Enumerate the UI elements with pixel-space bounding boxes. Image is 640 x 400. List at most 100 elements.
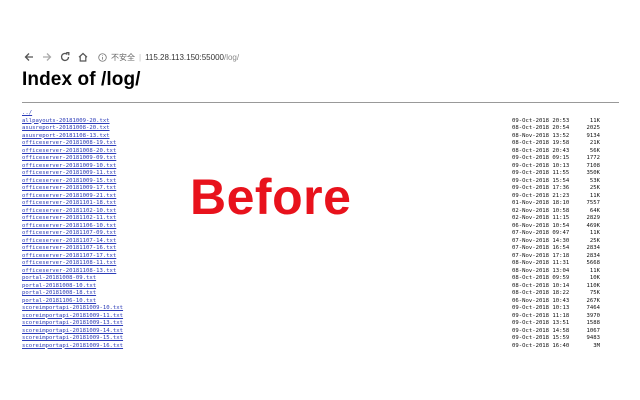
file-row: officeserver-20181009-09.txt 09-Oct-2018 …	[22, 155, 600, 163]
file-size: 1588	[586, 320, 600, 326]
file-row: scoreimportapi-20181009-11.txt 09-Oct-201…	[22, 313, 600, 321]
address-bar[interactable]: 不安全 | 115.28.113.150:55000/log/	[98, 49, 239, 65]
file-row: portal-20181008-10.txt 08-Oct-2018 10:14 1…	[22, 283, 600, 291]
file-link[interactable]: portal-20181106-10.txt	[22, 298, 96, 304]
file-size: 7464	[586, 305, 600, 311]
file-date: 09-Oct-2018 11:18	[512, 312, 570, 319]
security-status: 不安全	[111, 52, 135, 62]
file-link[interactable]: scoreimportapi-20181009-16.txt	[22, 343, 123, 349]
back-arrow-icon[interactable]	[22, 50, 36, 64]
reload-icon[interactable]	[58, 50, 72, 64]
file-size: 2834	[586, 252, 600, 259]
file-link[interactable]: officeserver-20181107-16.txt	[22, 245, 116, 251]
file-link[interactable]: portal-20181008-18.txt	[22, 290, 96, 296]
file-size: 7108	[586, 162, 600, 169]
file-date: 09-Oct-2018 10:13	[512, 305, 570, 311]
file-size: 3970	[586, 312, 600, 319]
file-link[interactable]: officeserver-20181009-17.txt	[22, 185, 116, 191]
file-size: 75K	[589, 290, 600, 296]
url-path: /log/	[223, 52, 240, 62]
file-size: 1772	[586, 155, 600, 161]
file-link[interactable]: officeserver-20181107-17.txt	[22, 253, 116, 259]
info-icon[interactable]	[98, 52, 107, 62]
file-link[interactable]: allpayouts-20181009-20.txt	[22, 118, 110, 124]
parent-dir-row: ../	[22, 110, 600, 118]
file-date: 06-Nov-2018 10:43	[512, 297, 570, 304]
file-size: 10K	[589, 275, 600, 281]
file-size: 2025	[586, 125, 600, 131]
file-link[interactable]: asusreport-20181008-20.txt	[22, 125, 110, 131]
file-link[interactable]: officeserver-20181009-15.txt	[22, 178, 116, 184]
file-date: 09-Oct-2018 20:53	[512, 117, 570, 124]
file-size: 56K	[589, 147, 600, 154]
file-link[interactable]: officeserver-20181009-09.txt	[22, 155, 116, 161]
browser-toolbar: 不安全 | 115.28.113.150:55000/log/	[0, 44, 640, 70]
file-listing: ../ allpayouts-20181009-20.txt 09-Oct-201…	[22, 110, 600, 350]
file-size: 350K	[586, 170, 600, 176]
file-date: 09-Oct-2018 11:55	[512, 170, 570, 176]
file-link[interactable]: officeserver-20181102-10.txt	[22, 208, 116, 214]
file-link[interactable]: officeserver-20181008-19.txt	[22, 140, 116, 146]
page-title: Index of /log/	[22, 69, 141, 90]
file-link[interactable]: portal-20181008-09.txt	[22, 275, 96, 281]
file-size: 53K	[589, 177, 600, 184]
home-icon[interactable]	[76, 50, 90, 64]
file-row: officeserver-20181108-13.txt 08-Nov-2018 …	[22, 268, 600, 276]
file-row: officeserver-20181107-16.txt 07-Nov-2018 …	[22, 245, 600, 253]
file-size: 21K	[589, 140, 600, 146]
file-size: 9483	[586, 335, 600, 341]
file-row: officeserver-20181108-11.txt 08-Nov-2018 …	[22, 260, 600, 268]
file-date: 06-Nov-2018 10:54	[512, 222, 570, 229]
file-link[interactable]: officeserver-20181107-09.txt	[22, 230, 116, 236]
file-size: 5668	[586, 260, 600, 266]
file-size: 267K	[586, 297, 600, 304]
file-size: 11K	[589, 267, 600, 274]
file-date: 09-Oct-2018 15:54	[512, 177, 570, 184]
file-link[interactable]: officeserver-20181108-13.txt	[22, 268, 116, 274]
file-link[interactable]: officeserver-20181009-10.txt	[22, 163, 116, 169]
file-row: asusreport-20181108-13.txt 08-Nov-2018 13…	[22, 133, 600, 141]
file-date: 09-Oct-2018 17:36	[512, 185, 570, 191]
file-link[interactable]: asusreport-20181108-13.txt	[22, 133, 110, 139]
file-size: 3M	[593, 342, 600, 349]
file-row: officeserver-20181008-19.txt 08-Oct-2018 …	[22, 140, 600, 148]
file-link[interactable]: officeserver-20181008-20.txt	[22, 148, 116, 154]
file-link[interactable]: scoreimportapi-20181009-15.txt	[22, 335, 123, 341]
file-link[interactable]: officeserver-20181106-10.txt	[22, 223, 116, 229]
forward-arrow-icon[interactable]	[40, 50, 54, 64]
file-date: 08-Oct-2018 20:43	[512, 147, 570, 154]
file-link[interactable]: scoreimportapi-20181009-10.txt	[22, 305, 123, 311]
file-size: 110K	[586, 282, 600, 289]
file-link[interactable]: officeserver-20181108-11.txt	[22, 260, 116, 266]
file-row: allpayouts-20181009-20.txt 09-Oct-2018 20…	[22, 118, 600, 126]
file-size: 2829	[586, 215, 600, 221]
file-link[interactable]: officeserver-20181101-18.txt	[22, 200, 116, 206]
file-link[interactable]: scoreimportapi-20181009-11.txt	[22, 313, 123, 319]
file-link[interactable]: scoreimportapi-20181009-14.txt	[22, 328, 123, 334]
file-date: 09-Oct-2018 15:59	[512, 335, 570, 341]
file-row: asusreport-20181008-20.txt 08-Oct-2018 20…	[22, 125, 600, 133]
file-date: 08-Nov-2018 11:31	[512, 260, 570, 266]
file-size: 25K	[589, 237, 600, 244]
file-link[interactable]: scoreimportapi-20181009-13.txt	[22, 320, 123, 326]
file-row: scoreimportapi-20181009-14.txt 09-Oct-201…	[22, 328, 600, 336]
file-date: 07-Nov-2018 16:54	[512, 245, 570, 251]
file-date: 09-Oct-2018 14:58	[512, 327, 570, 334]
before-overlay-text: Before	[190, 169, 352, 225]
file-link[interactable]: officeserver-20181107-14.txt	[22, 238, 116, 244]
file-date: 02-Nov-2018 11:15	[512, 215, 570, 221]
file-date: 09-Oct-2018 10:13	[512, 162, 570, 169]
parent-directory-link[interactable]: ../	[22, 110, 32, 116]
file-link[interactable]: officeserver-20181102-11.txt	[22, 215, 116, 221]
file-date: 09-Oct-2018 16:40	[512, 342, 570, 349]
file-link[interactable]: portal-20181008-10.txt	[22, 283, 96, 289]
file-link[interactable]: officeserver-20181009-21.txt	[22, 193, 116, 199]
file-size: 11K	[589, 117, 600, 124]
file-size: 25K	[589, 185, 600, 191]
file-date: 07-Nov-2018 14:30	[512, 237, 570, 244]
file-link[interactable]: officeserver-20181009-11.txt	[22, 170, 116, 176]
file-size: 64K	[589, 207, 600, 214]
file-date: 08-Oct-2018 19:58	[512, 140, 570, 146]
file-date: 07-Nov-2018 09:47	[512, 230, 570, 236]
url-host: 115.28.113.150:55000	[145, 52, 224, 62]
